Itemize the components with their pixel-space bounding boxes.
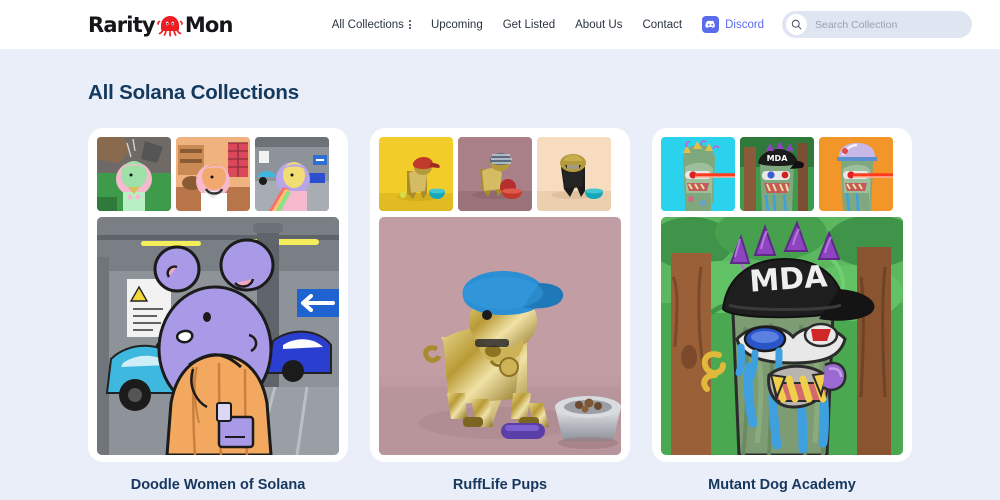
collection-card-mutant-dog-academy[interactable]: MDA MDA Mutant Dog Academy [652,128,912,493]
collection-title[interactable]: Mutant Dog Academy [652,477,912,493]
nav-item-contact[interactable]: Contact [642,19,682,31]
brand-logo[interactable]: Rarity Mon [88,12,234,37]
collections-grid: Doodle Women of Solana RuffLife Pups MDA… [88,128,912,493]
search-input[interactable] [815,18,965,31]
thumbnail-mutant-helmet-orange-backdrop[interactable] [819,137,893,211]
collection-title[interactable]: Doodle Women of Solana [88,477,348,493]
card-surface: MDA MDA [652,128,912,462]
thumbnail-gold-dog-black-shirt-peach-backdrop[interactable] [537,137,611,211]
collection-card-doodle-women-of-solana[interactable]: Doodle Women of Solana [88,128,348,493]
svg-text:MDA: MDA [748,259,829,299]
nav-item-all-collections[interactable]: All Collections [332,19,411,31]
discord-label: Discord [725,18,765,31]
thumbnail-mutant-laser-eyes-cyan-backdrop[interactable] [661,137,735,211]
site-header: Rarity Mon All Collections Upcoming Get … [0,0,1000,49]
page-title: All Solana Collections [88,81,299,104]
card-surface [88,128,348,462]
search-icon [786,14,807,35]
kebab-menu-icon[interactable] [408,20,411,29]
hero-image-doodle-women-of-solana[interactable] [97,217,339,455]
hero-image-rufflife-pups[interactable] [379,217,621,455]
nav-item-label: Upcoming [430,18,483,31]
svg-text:MDA: MDA [767,154,789,163]
thumbnail-gold-dog-striped-cap-mauve-backdrop[interactable] [458,137,532,211]
brand-name-second: Mon [184,12,234,37]
search-collection-box[interactable] [782,11,972,38]
nav-item-get-listed[interactable]: Get Listed [503,19,555,31]
octopus-icon [156,13,184,37]
discord-icon [702,16,720,33]
main-navigation: All Collections Upcoming Get Listed Abou… [332,16,764,33]
hero-image-mutant-dog-academy[interactable]: MDA [661,217,903,455]
nav-item-upcoming[interactable]: Upcoming [431,19,483,31]
nav-item-label: Contact [642,18,683,31]
nav-item-discord[interactable]: Discord [702,16,764,33]
card-surface [370,128,630,462]
thumbnail-row [379,137,621,211]
thumbnail-row: MDA [661,137,903,211]
nav-item-label: About Us [575,18,623,31]
page-body: All Solana Collections Doodle Women of S… [0,81,1000,493]
nav-item-about-us[interactable]: About Us [575,19,622,31]
brand-name-first: Rarity [88,12,156,37]
thumbnail-row [97,137,339,211]
thumbnail-gold-dog-red-cap-yellow-backdrop[interactable] [379,137,453,211]
collection-title[interactable]: RuffLife Pups [370,477,630,493]
thumbnail-doodle-yellow-face-purple-hair-garage[interactable] [255,137,329,211]
nav-item-label: All Collections [331,18,404,31]
thumbnail-doodle-orange-face-pink-hair-workshop[interactable] [176,137,250,211]
nav-item-label: Get Listed [502,18,556,31]
thumbnail-doodle-green-face-pink-hair-cave[interactable] [97,137,171,211]
collection-card-rufflife-pups[interactable]: RuffLife Pups [370,128,630,493]
thumbnail-mutant-mda-cap-forest-backdrop[interactable]: MDA [740,137,814,211]
